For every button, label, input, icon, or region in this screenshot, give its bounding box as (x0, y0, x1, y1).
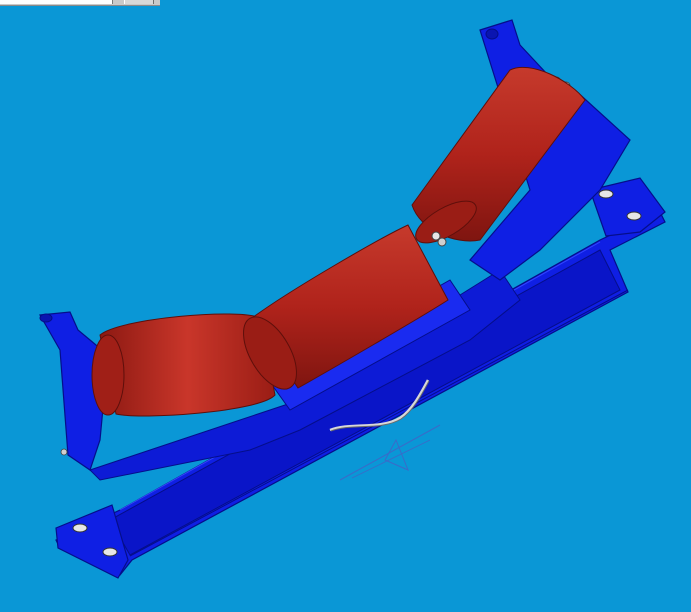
bolt-icon (437, 237, 447, 247)
bolt-icon (431, 231, 441, 241)
cad-viewport[interactable] (0, 0, 691, 612)
bolt-hole (102, 547, 118, 557)
bolt-hole (72, 523, 88, 533)
bolt-hole (626, 211, 642, 221)
bolt-hole (598, 189, 614, 199)
